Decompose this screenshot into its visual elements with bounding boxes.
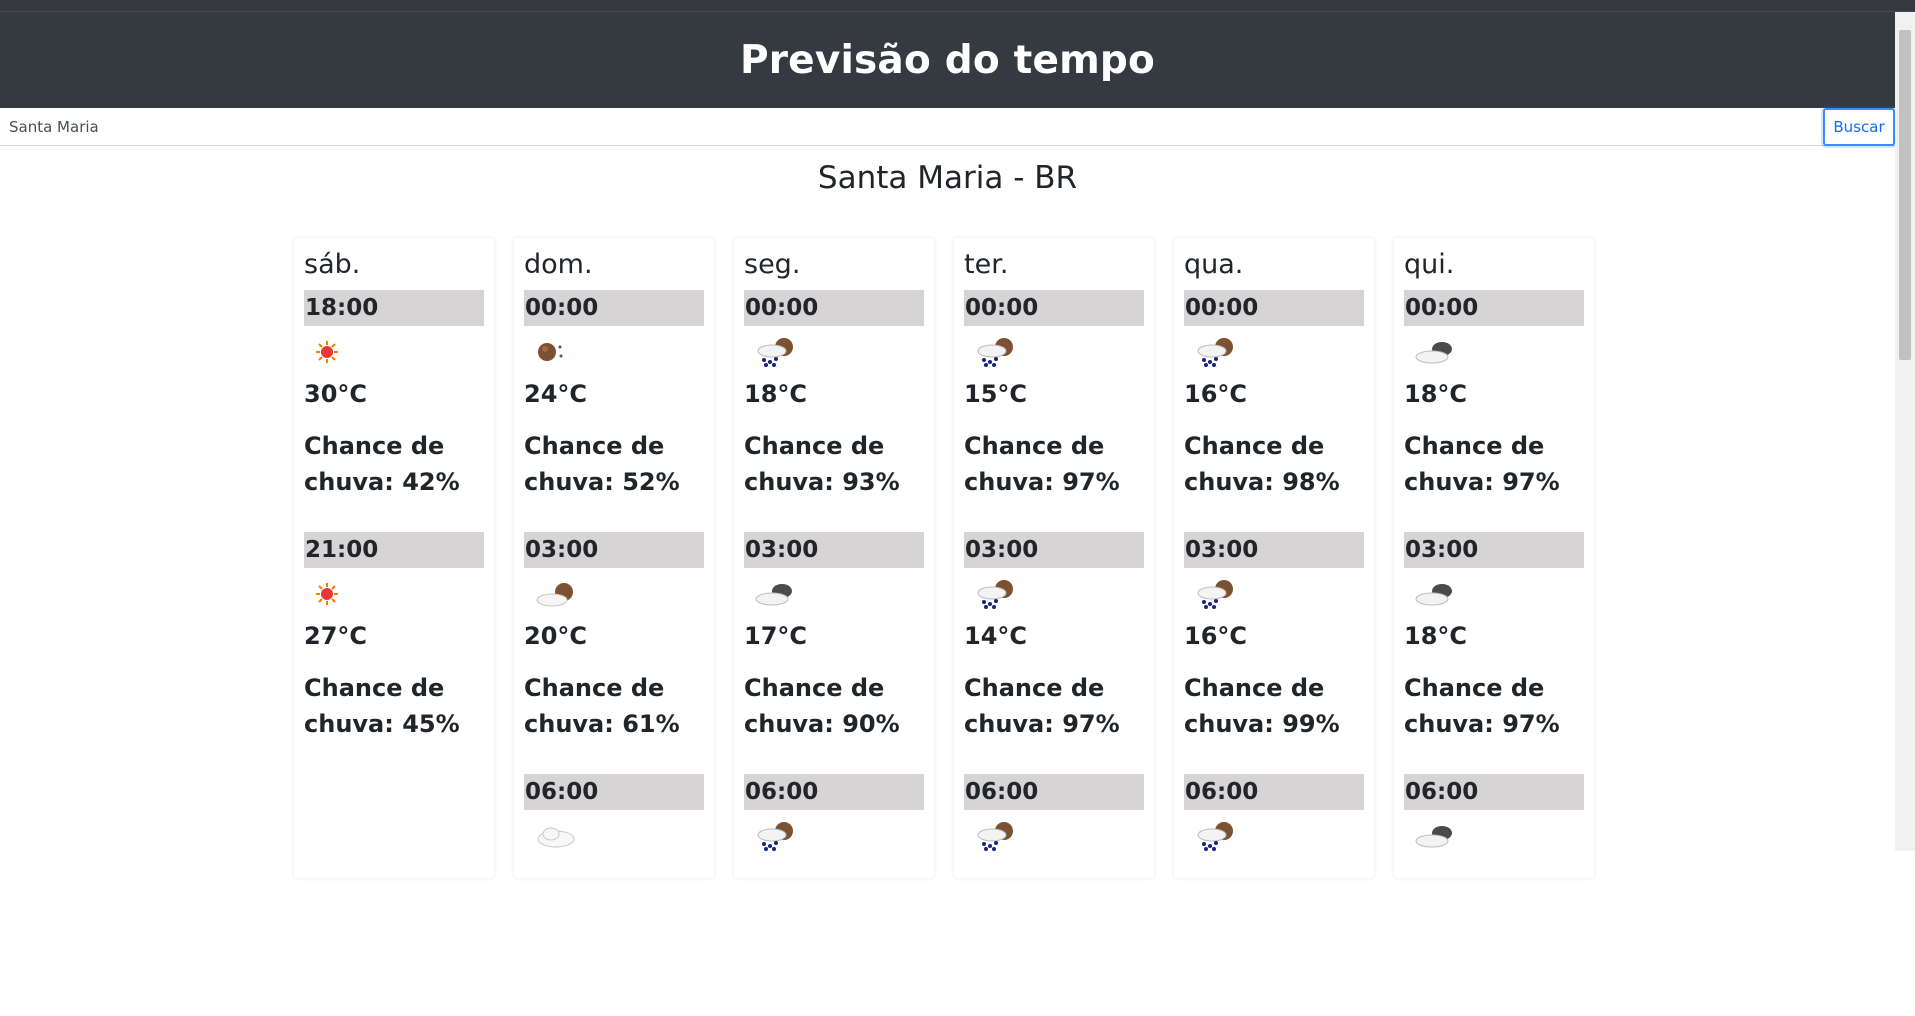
slot-temperature: 18°C: [1404, 622, 1468, 650]
day-card: dom. 00:00 24°C Chance de chuva: 52% 03:00 20…: [514, 238, 714, 878]
forecast-slot: 03:00 14°C Chance de chuva: 97%: [964, 532, 1144, 774]
slot-temperature: 30°C: [304, 380, 368, 408]
forecast-slot: 03:00 18°C Chance de chuva: 97%: [1404, 532, 1584, 774]
slot-time: 03:00: [744, 532, 924, 568]
search-bar: Buscar: [0, 108, 1895, 146]
dark-cloud-icon: [1404, 326, 1584, 378]
slot-time: 06:00: [964, 774, 1144, 810]
day-card: seg. 00:00 18°C Chance de chuva: 93% 03:00 17…: [734, 238, 934, 878]
dark-cloud-icon: [744, 568, 924, 620]
slot-time: 00:00: [1404, 290, 1584, 326]
forecast-slot: 06:00: [1184, 774, 1364, 1016]
forecast-slot: 06:00: [1404, 774, 1584, 1016]
slot-time: 21:00: [304, 532, 484, 568]
slot-time: 06:00: [1404, 774, 1584, 810]
search-button[interactable]: Buscar: [1823, 108, 1895, 146]
slot-time: 00:00: [1184, 290, 1364, 326]
day-card: qua. 00:00 16°C Chance de chuva: 98% 03:00 16…: [1174, 238, 1374, 878]
slot-temperature: 18°C: [744, 380, 808, 408]
slot-rain-chance: Chance de chuva: 99%: [1184, 674, 1340, 738]
browser-top-strip: [0, 0, 1915, 12]
day-name: dom.: [524, 249, 593, 280]
slot-rain-chance: Chance de chuva: 97%: [964, 432, 1120, 496]
city-title: Santa Maria - BR: [817, 160, 1078, 196]
moon-icon: [524, 326, 704, 378]
day-card: sáb. 18:00 30°C Chance de chuva: 42% 21:00 27…: [294, 238, 494, 878]
forecast-slot: 00:00 15°C Chance de chuva: 97%: [964, 290, 1144, 532]
sun-icon: [304, 326, 484, 378]
forecast-slot: 21:00 27°C Chance de chuva: 45%: [304, 532, 484, 774]
forecast-slot: 03:00 17°C Chance de chuva: 90%: [744, 532, 924, 774]
rain-moon-icon: [964, 810, 1144, 862]
slot-time: 00:00: [524, 290, 704, 326]
slot-rain-chance: Chance de chuva: 42%: [304, 432, 460, 496]
rain-moon-icon: [1184, 568, 1364, 620]
forecast-slot: 03:00 16°C Chance de chuva: 99%: [1184, 532, 1364, 774]
slot-rain-chance: Chance de chuva: 52%: [524, 432, 680, 496]
rain-moon-icon: [744, 326, 924, 378]
rain-moon-icon: [1184, 810, 1364, 862]
day-card: qui. 00:00 18°C Chance de chuva: 97% 03:00 18…: [1394, 238, 1594, 878]
slot-temperature: 18°C: [1404, 380, 1468, 408]
rain-moon-icon: [1184, 326, 1364, 378]
page-header: Previsão do tempo: [0, 12, 1895, 108]
sun-icon: [304, 568, 484, 620]
slot-temperature: 14°C: [964, 622, 1028, 650]
forecast-slot: 00:00 16°C Chance de chuva: 98%: [1184, 290, 1364, 532]
scrollbar-thumb[interactable]: [1899, 30, 1911, 360]
slot-rain-chance: Chance de chuva: 90%: [744, 674, 900, 738]
slot-rain-chance: Chance de chuva: 97%: [1404, 432, 1560, 496]
slot-temperature: 15°C: [964, 380, 1028, 408]
slot-rain-chance: Chance de chuva: 61%: [524, 674, 680, 738]
slot-temperature: 16°C: [1184, 380, 1248, 408]
slot-time: 06:00: [744, 774, 924, 810]
rain-moon-icon: [964, 568, 1144, 620]
dark-cloud-icon: [1404, 568, 1584, 620]
slot-rain-chance: Chance de chuva: 45%: [304, 674, 460, 738]
slot-rain-chance: Chance de chuva: 97%: [964, 674, 1120, 738]
slot-temperature: 27°C: [304, 622, 368, 650]
day-name: qui.: [1404, 249, 1455, 280]
rain-moon-icon: [964, 326, 1144, 378]
slot-rain-chance: Chance de chuva: 93%: [744, 432, 900, 496]
dark-cloud-icon: [1404, 810, 1584, 862]
forecast-slot: 06:00: [744, 774, 924, 1016]
cloud-icon: [524, 810, 704, 862]
slot-temperature: 20°C: [524, 622, 588, 650]
forecast-slot: 00:00 24°C Chance de chuva: 52%: [524, 290, 704, 532]
page-title: Previsão do tempo: [739, 37, 1156, 83]
slot-time: 03:00: [964, 532, 1144, 568]
slot-time: 18:00: [304, 290, 484, 326]
forecast-slot: 06:00: [964, 774, 1144, 1016]
slot-time: 03:00: [524, 532, 704, 568]
slot-temperature: 16°C: [1184, 622, 1248, 650]
rain-moon-icon: [744, 810, 924, 862]
forecast-slot: 00:00 18°C Chance de chuva: 97%: [1404, 290, 1584, 532]
forecast-slot: 06:00: [524, 774, 704, 1016]
slot-time: 06:00: [524, 774, 704, 810]
moon-cloud-icon: [524, 568, 704, 620]
forecast-slot: 00:00 18°C Chance de chuva: 93%: [744, 290, 924, 532]
slot-time: 00:00: [744, 290, 924, 326]
slot-time: 06:00: [1184, 774, 1364, 810]
slot-time: 03:00: [1404, 532, 1584, 568]
forecast-slot: 18:00 30°C Chance de chuva: 42%: [304, 290, 484, 532]
slot-time: 00:00: [964, 290, 1144, 326]
day-name: seg.: [744, 249, 801, 280]
forecast-days: sáb. 18:00 30°C Chance de chuva: 42% 21:00 27…: [294, 238, 1594, 878]
day-card: ter. 00:00 15°C Chance de chuva: 97% 03:00 14…: [954, 238, 1154, 878]
city-search-input[interactable]: [0, 108, 1820, 145]
day-name: sáb.: [304, 249, 361, 280]
day-name: ter.: [964, 249, 1009, 280]
slot-rain-chance: Chance de chuva: 97%: [1404, 674, 1560, 738]
slot-temperature: 24°C: [524, 380, 588, 408]
slot-time: 03:00: [1184, 532, 1364, 568]
day-name: qua.: [1184, 249, 1244, 280]
forecast-slot: 03:00 20°C Chance de chuva: 61%: [524, 532, 704, 774]
slot-rain-chance: Chance de chuva: 98%: [1184, 432, 1340, 496]
slot-temperature: 17°C: [744, 622, 808, 650]
